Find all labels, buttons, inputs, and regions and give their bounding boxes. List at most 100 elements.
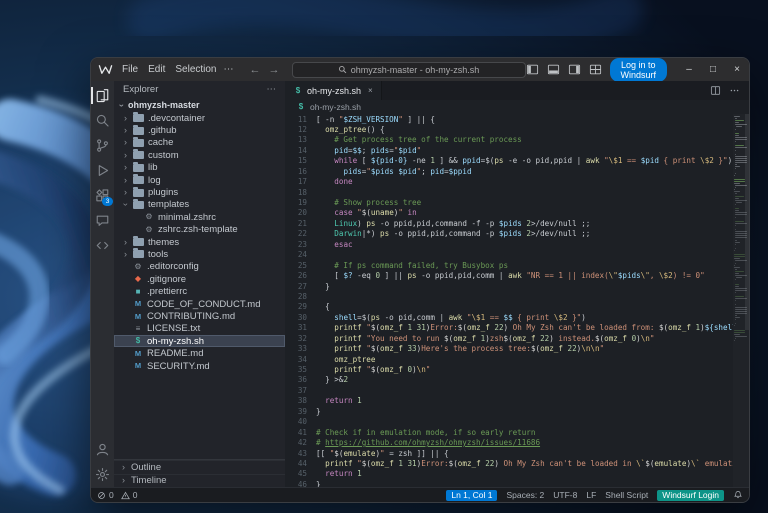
tree-item-readme.md[interactable]: MREADME.md (114, 347, 285, 359)
workspace-root[interactable]: › ohmyzsh-master (114, 98, 285, 112)
code-line[interactable]: 36 } >&2 (285, 375, 733, 385)
menu-overflow[interactable]: ⋯ (222, 64, 236, 75)
code-line[interactable]: 24 (285, 250, 733, 260)
code-line[interactable]: 14 pid=$$; pids="$pid" (285, 146, 733, 156)
code-line[interactable]: 33 printf "$(omz_f 33)Here's the process… (285, 344, 733, 354)
toggle-panel-icon[interactable] (547, 63, 560, 76)
breadcrumb[interactable]: $ oh-my-zsh.sh (285, 100, 749, 114)
close-button[interactable]: × (725, 58, 749, 81)
code-line[interactable]: 31 printf "$(omz_f 1 31)Error:$(omz_f 22… (285, 323, 733, 333)
maximize-button[interactable]: □ (701, 58, 725, 81)
code-line[interactable]: 28 (285, 292, 733, 302)
code-line[interactable]: 32 printf "You need to run $(omz_f 1)zsh… (285, 334, 733, 344)
nav-back-icon[interactable]: ← (250, 64, 261, 76)
nav-forward-icon[interactable]: → (269, 64, 280, 76)
tree-item-.gitignore[interactable]: ◆.gitignore (114, 273, 285, 285)
code-line[interactable]: 30 shell=$(ps -o pid,comm | awk "\$1 == … (285, 313, 733, 323)
tree-item-minimal.zshrc[interactable]: ⚙minimal.zshrc (114, 211, 285, 223)
tree-item-license.txt[interactable]: ≡LICENSE.txt (114, 323, 285, 335)
search-icon[interactable] (91, 108, 114, 133)
tree-item-code_of_conduct.md[interactable]: MCODE_OF_CONDUCT.md (114, 298, 285, 310)
tree-item-oh-my-zsh.sh[interactable]: $oh-my-zsh.sh (114, 335, 285, 347)
code-line[interactable]: 11[ -n "$ZSH_VERSION" ] || { (285, 115, 733, 125)
encoding[interactable]: UTF-8 (553, 490, 577, 500)
code-line[interactable]: 43[[ "$(emulate)" = zsh ]] || { (285, 449, 733, 459)
code-line[interactable]: 46} (285, 480, 733, 487)
remote-icon[interactable] (91, 233, 114, 258)
code-line[interactable]: 39} (285, 407, 733, 417)
code-editor[interactable]: 11[ -n "$ZSH_VERSION" ] || {12 omz_ptree… (285, 114, 733, 487)
account-icon[interactable] (91, 437, 114, 462)
tree-item-zshrc.zsh-template[interactable]: ⚙zshrc.zsh-template (114, 224, 285, 236)
tab-close-icon[interactable]: × (368, 86, 373, 95)
scrollbar[interactable] (745, 114, 749, 330)
explorer-icon[interactable] (91, 83, 114, 108)
cursor-position[interactable]: Ln 1, Col 1 (446, 490, 497, 501)
language-mode[interactable]: Shell Script (605, 490, 648, 500)
code-line[interactable]: 25 # If ps command failed, try Busybox p… (285, 261, 733, 271)
code-line[interactable]: 23 esac (285, 240, 733, 250)
code-line[interactable]: 20 case "$(uname)" in (285, 208, 733, 218)
code-line[interactable]: 40 (285, 417, 733, 427)
tree-item-.prettierrc[interactable]: ■.prettierrc (114, 285, 285, 297)
sidebar-panel-timeline[interactable]: › Timeline (114, 474, 285, 488)
tree-item-themes[interactable]: ›themes (114, 236, 285, 248)
extensions-icon[interactable]: 3 (91, 183, 114, 208)
code-line[interactable]: 16 pids="$pids $pid"; pid=$ppid (285, 167, 733, 177)
code-line[interactable]: 15 while [ ${pid-0} -ne 1 ] && ppid=$(ps… (285, 156, 733, 166)
run-debug-icon[interactable] (91, 158, 114, 183)
code-line[interactable]: 44 printf "$(omz_f 1 31)Error:$(omz_f 22… (285, 459, 733, 469)
toggle-sidebar-icon[interactable] (526, 63, 539, 76)
code-line[interactable]: 27 } (285, 282, 733, 292)
command-center-search[interactable]: ohmyzsh-master - oh-my-zsh.sh (292, 62, 526, 78)
code-line[interactable]: 21 Linux) ps -o ppid,pid,command -f -p $… (285, 219, 733, 229)
toggle-secondary-sidebar-icon[interactable] (568, 63, 581, 76)
code-line[interactable]: 37 (285, 386, 733, 396)
login-button[interactable]: Log in to Windsurf (610, 58, 668, 82)
editor-more-icon[interactable] (729, 85, 740, 96)
problems-indicator[interactable]: 0 0 (97, 490, 137, 500)
tree-item-plugins[interactable]: ›plugins (114, 186, 285, 198)
notifications-bell-icon[interactable] (733, 490, 743, 500)
menu-edit[interactable]: Edit (143, 64, 170, 75)
tree-item-.editorconfig[interactable]: ⚙.editorconfig (114, 261, 285, 273)
code-line[interactable]: 17 done (285, 177, 733, 187)
tree-item-contributing.md[interactable]: MCONTRIBUTING.md (114, 310, 285, 322)
code-line[interactable]: 12 omz_ptree() { (285, 125, 733, 135)
code-line[interactable]: 41# Check if in emulation mode, if so ea… (285, 428, 733, 438)
code-line[interactable]: 35 printf "$(omz_f 0)\n" (285, 365, 733, 375)
code-line[interactable]: 19 # Show process tree (285, 198, 733, 208)
tab-oh-my-zsh[interactable]: $ oh-my-zsh.sh × (285, 81, 382, 100)
menu-file[interactable]: File (117, 64, 143, 75)
settings-icon[interactable] (91, 462, 114, 487)
tree-item-security.md[interactable]: MSECURITY.md (114, 360, 285, 372)
split-editor-icon[interactable] (710, 85, 721, 96)
tree-item-.devcontainer[interactable]: ›.devcontainer (114, 112, 285, 124)
menu-selection[interactable]: Selection (170, 64, 221, 75)
minimize-button[interactable]: – (677, 58, 701, 81)
tree-item-tools[interactable]: ›tools (114, 248, 285, 260)
tree-item-log[interactable]: ›log (114, 174, 285, 186)
windsurf-login-status[interactable]: Windsurf Login (657, 490, 724, 501)
tree-item-templates[interactable]: ›templates (114, 199, 285, 211)
tree-item-.github[interactable]: ›.github (114, 124, 285, 136)
code-line[interactable]: 34 omz_ptree (285, 355, 733, 365)
code-line[interactable]: 26 [ $? -eq 0 ] || ps -o ppid,pid,comm |… (285, 271, 733, 281)
source-control-icon[interactable] (91, 133, 114, 158)
code-line[interactable]: 22 Darwin|*) ps -o ppid,pid,command -p $… (285, 229, 733, 239)
eol[interactable]: LF (586, 490, 596, 500)
code-line[interactable]: 42# https://github.com/ohmyzsh/ohmyzsh/i… (285, 438, 733, 448)
chat-icon[interactable] (91, 208, 114, 233)
explorer-more-icon[interactable]: ⋯ (267, 84, 277, 95)
code-line[interactable]: 45 return 1 (285, 469, 733, 479)
tree-item-custom[interactable]: ›custom (114, 149, 285, 161)
tree-item-lib[interactable]: ›lib (114, 162, 285, 174)
code-line[interactable]: 18 (285, 188, 733, 198)
code-line[interactable]: 29 { (285, 302, 733, 312)
tree-item-cache[interactable]: ›cache (114, 137, 285, 149)
sidebar-panel-outline[interactable]: › Outline (114, 460, 285, 474)
code-line[interactable]: 13 # Get process tree of the current pro… (285, 135, 733, 145)
customize-layout-icon[interactable] (589, 63, 602, 76)
indentation[interactable]: Spaces: 2 (506, 490, 544, 500)
code-line[interactable]: 38 return 1 (285, 396, 733, 406)
